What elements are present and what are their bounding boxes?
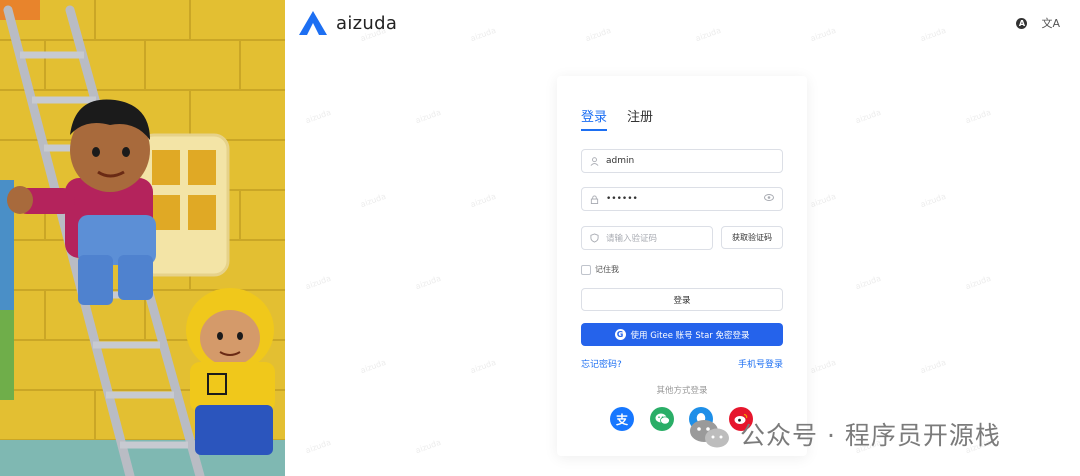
top-actions: A 文A: [1016, 15, 1060, 31]
wechat-icon[interactable]: [650, 407, 674, 431]
phone-login-link[interactable]: 手机号登录: [738, 357, 783, 370]
hero-illustration: [0, 0, 285, 476]
captcha-field[interactable]: 请输入验证码: [581, 226, 713, 250]
login-card: 登录 注册 admin •••••• 请输入验证码 获取验证码 记住我 登录 G…: [557, 76, 807, 456]
gitee-login-button[interactable]: G 使用 Gitee 账号 Star 免密登录: [581, 323, 783, 346]
tab-register[interactable]: 注册: [627, 106, 653, 131]
remember-me[interactable]: 记住我: [581, 264, 619, 275]
lock-icon: [590, 194, 600, 204]
tab-login[interactable]: 登录: [581, 106, 608, 131]
alipay-icon[interactable]: 支: [610, 407, 634, 431]
forgot-password-link[interactable]: 忘记密码?: [581, 357, 622, 370]
eye-icon[interactable]: [764, 194, 774, 204]
theme-toggle-icon[interactable]: A: [1016, 17, 1028, 29]
gitee-login-label: 使用 Gitee 账号 Star 免密登录: [630, 330, 750, 341]
password-value: ••••••: [606, 194, 638, 204]
password-field[interactable]: ••••••: [581, 187, 783, 211]
shield-icon: [590, 233, 600, 243]
login-tabs: 登录 注册: [581, 106, 653, 131]
gitee-icon: G: [614, 329, 626, 340]
remember-checkbox[interactable]: [581, 264, 591, 275]
remember-label: 记住我: [595, 265, 619, 274]
username-field[interactable]: admin: [581, 149, 783, 173]
username-value: admin: [606, 156, 635, 166]
login-button[interactable]: 登录: [581, 288, 783, 311]
other-login-label: 其他方式登录: [656, 386, 708, 396]
aizuda-logo-icon: [299, 11, 327, 35]
captcha-placeholder: 请输入验证码: [606, 234, 658, 244]
brand-name: aizuda: [336, 12, 398, 34]
language-switch-icon[interactable]: 文A: [1041, 15, 1060, 31]
get-code-button[interactable]: 获取验证码: [721, 226, 783, 249]
user-icon: [590, 156, 600, 166]
wechat-account-text: 公众号 · 程序员开源栈: [740, 421, 1001, 450]
wechat-logo-icon: [690, 420, 729, 448]
brand-logo[interactable]: aizuda: [298, 10, 397, 36]
wechat-account-watermark: 公众号 · 程序员开源栈: [688, 416, 1001, 452]
